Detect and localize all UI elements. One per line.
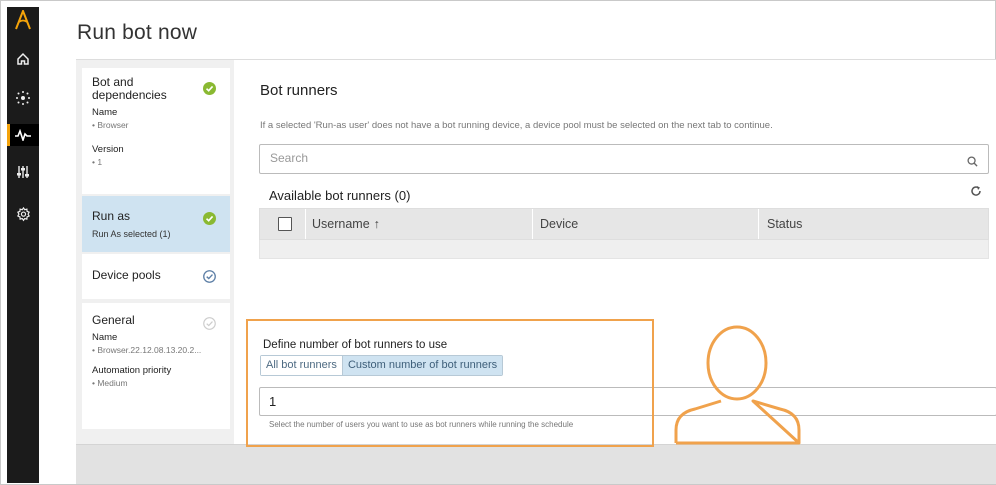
step-title: Bot and dependencies [92,75,167,102]
step-device-pools[interactable]: Device pools [82,254,230,299]
automation-priority-value: • Medium [92,378,128,388]
search-input[interactable] [270,151,950,165]
info-note: If a selected 'Run-as user' does not hav… [260,120,773,131]
page-title: Run bot now [77,21,198,44]
table-body-empty [259,240,989,259]
dashboard-icon[interactable] [7,87,39,109]
step-title: Device pools [92,268,161,282]
step-title: General [92,313,135,327]
step-title: Run as [92,209,131,223]
home-icon[interactable] [7,48,39,70]
wizard-footer [76,444,996,484]
step-bot-and-dependencies[interactable]: Bot and dependencies Name • Browser Vers… [82,68,230,194]
name-value: • Browser.22.12.08.13.20.2... [92,345,202,355]
select-all-checkbox[interactable] [278,209,292,239]
check-complete-icon [203,82,216,100]
column-username[interactable]: Username ↑ [312,209,380,239]
name-label: Name [92,332,118,343]
version-label: Version [92,144,124,155]
automation-priority-label: Automation priority [92,365,172,376]
app-frame: Run bot now Bot and dependencies Name • … [0,0,996,485]
gear-icon[interactable] [7,203,39,225]
name-label: Name [92,107,118,118]
highlight-box [246,319,654,447]
column-username-label: Username [312,217,370,231]
run-as-selected: Run As selected (1) [92,229,171,239]
search-box [259,144,989,174]
check-pending-icon [203,317,216,335]
available-bot-runners-label: Available bot runners (0) [269,188,411,203]
version-value: • 1 [92,157,103,167]
settings-sliders-icon[interactable] [7,161,39,183]
panel-title: Bot runners [260,82,338,99]
step-general[interactable]: General Name • Browser.22.12.08.13.20.2.… [82,303,230,429]
search-icon[interactable] [967,154,978,172]
user-silhouette-icon [673,321,803,451]
check-outline-icon [203,270,216,288]
activity-icon[interactable] [7,124,39,146]
automation-anywhere-logo-icon [15,8,31,35]
column-status[interactable]: Status [767,209,802,239]
step-run-as[interactable]: Run as Run As selected (1) [82,196,230,252]
navigation-rail [7,7,39,483]
check-complete-icon [203,212,216,230]
refresh-icon[interactable] [970,184,982,200]
sort-ascending-icon[interactable]: ↑ [374,217,380,231]
bot-runners-table: Username ↑ Device Status [259,208,989,259]
column-device[interactable]: Device [540,209,578,239]
table-header: Username ↑ Device Status [259,208,989,240]
name-value: • Browser [92,120,129,130]
